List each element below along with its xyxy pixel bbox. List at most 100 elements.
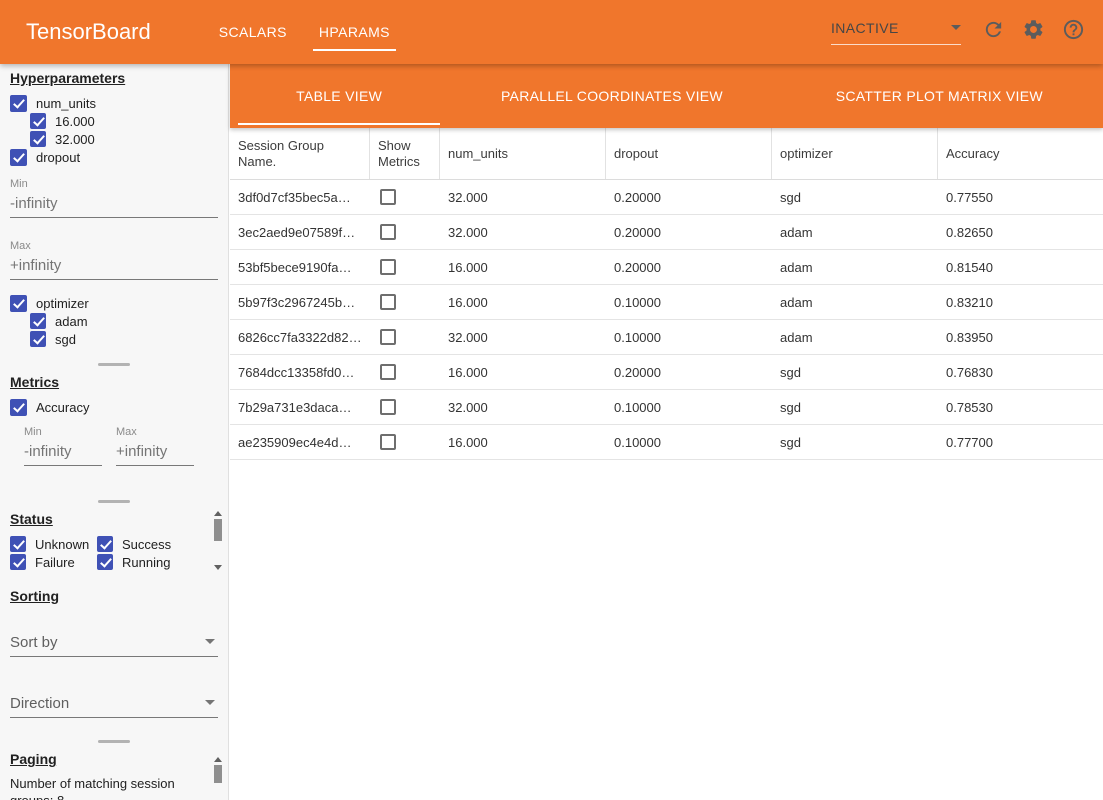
show-metrics-checkbox[interactable]	[380, 399, 396, 415]
refresh-button[interactable]	[973, 12, 1013, 52]
top-toolbar: TensorBoard SCALARS HPARAMS INACTIVE	[0, 0, 1103, 64]
app-title: TensorBoard	[26, 19, 151, 45]
optimizer-value: adam	[772, 295, 938, 310]
dropout-checkbox[interactable]	[10, 149, 27, 166]
num-units-checkbox[interactable]	[10, 95, 27, 112]
column-header-num-units: num_units	[440, 128, 606, 179]
column-header-dropout: dropout	[606, 128, 772, 179]
optimizer-value: sgd	[772, 400, 938, 415]
optimizer-values: adam sgd	[30, 312, 218, 348]
accuracy-min-input[interactable]	[24, 439, 102, 466]
dropout-value: 0.20000	[606, 225, 772, 240]
num-units-value: 16.000	[440, 295, 606, 310]
direction-dropdown[interactable]: Direction	[10, 693, 218, 718]
show-metrics-checkbox[interactable]	[380, 224, 396, 240]
matching-groups-text: Number of matching session groups: 8	[10, 775, 196, 800]
view-tabs: TABLE VIEW PARALLEL COORDINATES VIEW SCA…	[230, 64, 1103, 128]
tab-scalars[interactable]: SCALARS	[203, 0, 303, 64]
dropout-max-input[interactable]	[10, 253, 218, 280]
tab-scatter-plot-matrix-view[interactable]: SCATTER PLOT MATRIX VIEW	[776, 64, 1103, 128]
optimizer-value: sgd	[772, 190, 938, 205]
checkbox-row-num-units[interactable]: num_units	[10, 94, 218, 112]
sorting-section: Sorting Sort by Direction	[0, 582, 228, 737]
value-32-checkbox[interactable]	[30, 131, 46, 147]
checkbox-row-dropout[interactable]: dropout	[10, 148, 218, 166]
optimizer-checkbox[interactable]	[10, 295, 27, 312]
dropout-value: 0.10000	[606, 295, 772, 310]
running-checkbox[interactable]	[97, 554, 113, 570]
tab-parallel-coordinates-view[interactable]: PARALLEL COORDINATES VIEW	[448, 64, 775, 128]
scrollbar-thumb[interactable]	[214, 765, 222, 783]
chevron-down-icon	[951, 25, 961, 30]
accuracy-checkbox[interactable]	[10, 399, 27, 416]
sorting-heading: Sorting	[10, 588, 218, 604]
table-row: 53bf5bece9190fa… 16.000 0.20000 adam 0.8…	[230, 250, 1103, 285]
checkbox-row-optimizer[interactable]: optimizer	[10, 294, 218, 312]
accuracy-max-field: Max	[116, 426, 194, 466]
session-group-name: 6826cc7fa3322d82…	[230, 330, 370, 345]
session-group-name: 3df0d7cf35bec5a…	[230, 190, 370, 205]
session-group-name: 7b29a731e3daca…	[230, 400, 370, 415]
checkbox-row-32[interactable]: 32.000	[30, 130, 218, 148]
dropout-value: 0.10000	[606, 330, 772, 345]
drag-grip	[98, 740, 130, 743]
checkbox-row-failure[interactable]: Failure	[10, 553, 97, 571]
sort-by-dropdown[interactable]: Sort by	[10, 632, 218, 657]
dropout-min-input[interactable]	[10, 191, 218, 218]
checkbox-row-accuracy[interactable]: Accuracy	[10, 398, 218, 416]
checkbox-row-16[interactable]: 16.000	[30, 112, 218, 130]
show-metrics-checkbox[interactable]	[380, 329, 396, 345]
success-checkbox[interactable]	[97, 536, 113, 552]
show-metrics-checkbox[interactable]	[380, 294, 396, 310]
checkbox-row-running[interactable]: Running	[97, 553, 218, 571]
checkbox-row-unknown[interactable]: Unknown	[10, 535, 97, 553]
hyperparameters-heading: Hyperparameters	[10, 70, 218, 86]
show-metrics-checkbox[interactable]	[380, 434, 396, 450]
scroll-down-icon[interactable]	[214, 565, 222, 570]
value-16-checkbox[interactable]	[30, 113, 46, 129]
optimizer-value: sgd	[772, 435, 938, 450]
help-icon	[1062, 18, 1085, 46]
table-row: 6826cc7fa3322d82… 32.000 0.10000 adam 0.…	[230, 320, 1103, 355]
session-group-name: 7684dcc13358fd0…	[230, 365, 370, 380]
dropout-value: 0.10000	[606, 435, 772, 450]
help-button[interactable]	[1053, 12, 1093, 52]
section-resize-handle[interactable]	[0, 360, 228, 368]
settings-button[interactable]	[1013, 12, 1053, 52]
show-metrics-checkbox[interactable]	[380, 259, 396, 275]
dropout-value: 0.20000	[606, 365, 772, 380]
refresh-icon	[982, 18, 1005, 46]
num-units-value: 16.000	[440, 365, 606, 380]
table-row: 7b29a731e3daca… 32.000 0.10000 sgd 0.785…	[230, 390, 1103, 425]
dropout-min-field: Min	[10, 178, 218, 218]
status-options: Unknown Success Failure Running	[10, 535, 218, 571]
status-scrollbar[interactable]	[213, 511, 223, 570]
paging-heading: Paging	[10, 751, 218, 767]
dropout-max-field: Max	[10, 240, 218, 280]
session-group-name: 3ec2aed9e07589f…	[230, 225, 370, 240]
scrollbar-thumb[interactable]	[214, 519, 222, 541]
optimizer-value: adam	[772, 260, 938, 275]
checkbox-row-adam[interactable]: adam	[30, 312, 218, 330]
show-metrics-checkbox[interactable]	[380, 364, 396, 380]
min-label: Min	[24, 426, 102, 439]
paging-scrollbar[interactable]	[213, 757, 223, 800]
direction-label: Direction	[10, 695, 69, 712]
tab-hparams[interactable]: HPARAMS	[303, 0, 406, 64]
adam-checkbox[interactable]	[30, 313, 46, 329]
unknown-checkbox[interactable]	[10, 536, 26, 552]
run-status-dropdown[interactable]: INACTIVE	[831, 20, 961, 45]
show-metrics-checkbox[interactable]	[380, 189, 396, 205]
failure-checkbox[interactable]	[10, 554, 26, 570]
checkbox-row-sgd[interactable]: sgd	[30, 330, 218, 348]
optimizer-value: sgd	[772, 365, 938, 380]
scroll-up-icon[interactable]	[214, 511, 222, 516]
tab-table-view[interactable]: TABLE VIEW	[230, 64, 448, 128]
checkbox-row-success[interactable]: Success	[97, 535, 218, 553]
scroll-up-icon[interactable]	[214, 757, 222, 762]
session-group-name: 5b97f3c2967245b…	[230, 295, 370, 310]
section-resize-handle[interactable]	[0, 497, 228, 505]
accuracy-max-input[interactable]	[116, 439, 194, 466]
sgd-checkbox[interactable]	[30, 331, 46, 347]
section-resize-handle[interactable]	[0, 737, 228, 745]
